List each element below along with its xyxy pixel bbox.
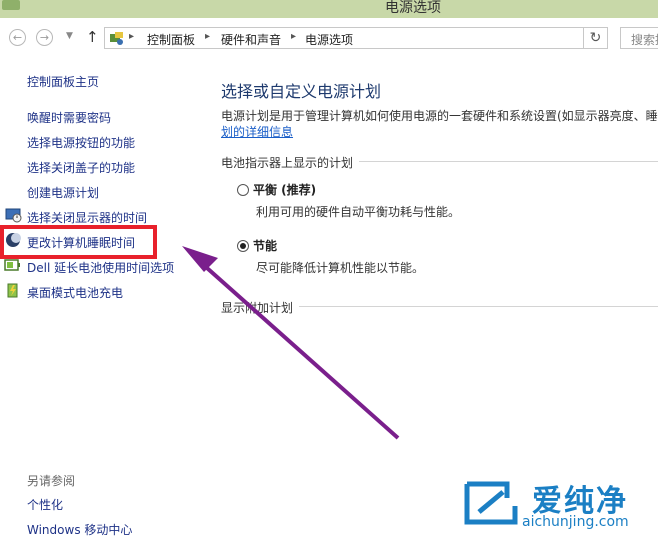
annotation-arrow bbox=[182, 246, 400, 440]
watermark-url: aichunjing.com bbox=[522, 514, 629, 530]
watermark-logo-icon bbox=[464, 481, 518, 525]
